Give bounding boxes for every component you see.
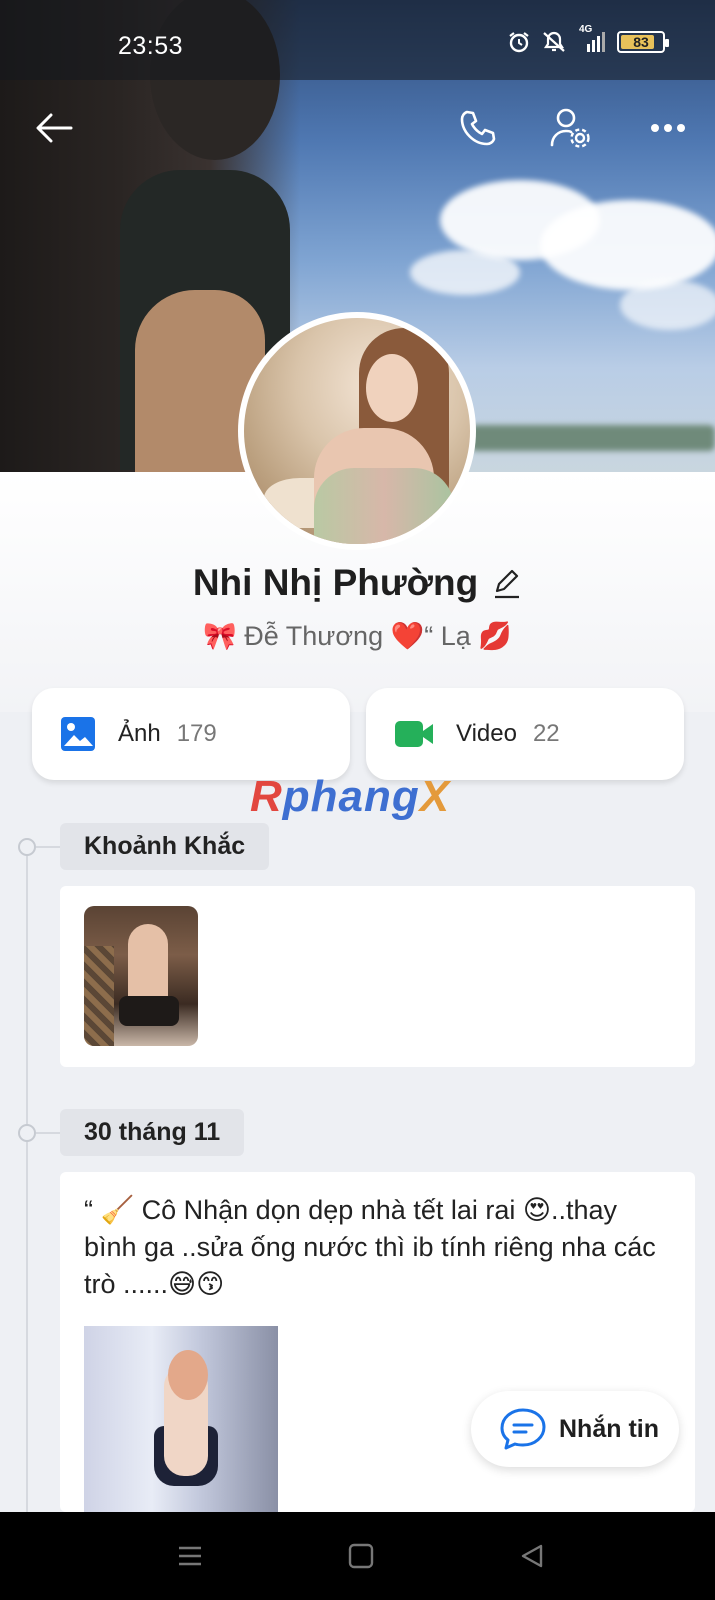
timeline-connector xyxy=(36,1132,60,1134)
message-button-label: Nhắn tin xyxy=(559,1414,659,1443)
videos-label: Video xyxy=(456,720,517,747)
battery-percent: 83 xyxy=(633,34,649,50)
nav-home-button[interactable] xyxy=(339,1534,383,1578)
nav-menu-button[interactable] xyxy=(168,1534,212,1578)
videos-count: 22 xyxy=(532,720,560,747)
photos-label: Ảnh xyxy=(118,720,161,747)
watermark-part-2: phang xyxy=(282,772,420,821)
post-photo[interactable] xyxy=(84,1326,278,1512)
moments-header: Khoảnh Khắc xyxy=(60,823,270,870)
message-button[interactable]: Nhắn tin xyxy=(471,1391,679,1467)
arrow-left-icon xyxy=(36,113,73,143)
system-nav-bar xyxy=(0,1512,715,1600)
profile-name-row: Nhi Nhị Phường xyxy=(0,562,715,604)
pencil-icon xyxy=(495,569,520,599)
more-dots-icon xyxy=(651,124,685,132)
video-icon xyxy=(395,721,433,747)
timeline-connector xyxy=(36,846,60,848)
image-icon xyxy=(61,717,95,751)
call-button[interactable] xyxy=(454,104,502,152)
mute-icon xyxy=(543,31,565,52)
watermark-part-3: X xyxy=(419,772,451,821)
phone-icon xyxy=(460,110,496,146)
timeline-dot xyxy=(18,838,36,856)
photos-count: 179 xyxy=(176,720,217,747)
menu-icon xyxy=(179,1546,201,1566)
moments-card xyxy=(60,886,695,1067)
status-icons: 4G 83 xyxy=(507,24,669,54)
videos-button[interactable]: Video 22 xyxy=(366,688,684,780)
avatar[interactable] xyxy=(238,312,476,550)
signal-icon: 4G xyxy=(577,24,607,54)
date-header: 30 tháng 11 xyxy=(60,1109,245,1156)
profile-settings-button[interactable] xyxy=(546,104,594,152)
back-icon xyxy=(521,1544,543,1568)
battery-icon: 83 xyxy=(617,31,669,53)
watermark: RphangX xyxy=(250,772,450,822)
edit-name-button[interactable] xyxy=(492,567,522,599)
status-bar: 23:53 4G 83 xyxy=(0,0,715,80)
user-settings-icon xyxy=(550,108,590,148)
post-text: “ 🧹 Cô Nhận dọn dẹp nhà tết lai rai 😍..t… xyxy=(84,1195,656,1299)
nav-back-button[interactable] xyxy=(510,1534,554,1578)
photos-button[interactable]: Ảnh 179 xyxy=(32,688,350,780)
timeline-dot xyxy=(18,1124,36,1142)
alarm-icon xyxy=(509,32,529,53)
chat-bubble-icon xyxy=(500,1408,546,1450)
profile-name: Nhi Nhị Phường xyxy=(192,562,479,603)
more-options-button[interactable] xyxy=(644,104,692,152)
home-icon xyxy=(348,1543,374,1569)
watermark-part-1: R xyxy=(250,772,283,821)
moment-photo[interactable] xyxy=(84,906,198,1046)
profile-bio: 🎀 Đễ Thương ❤️“ Lạ 💋 xyxy=(203,621,512,651)
back-button[interactable] xyxy=(30,104,78,152)
status-time: 23:53 xyxy=(118,32,184,60)
timeline-line xyxy=(26,846,28,1526)
